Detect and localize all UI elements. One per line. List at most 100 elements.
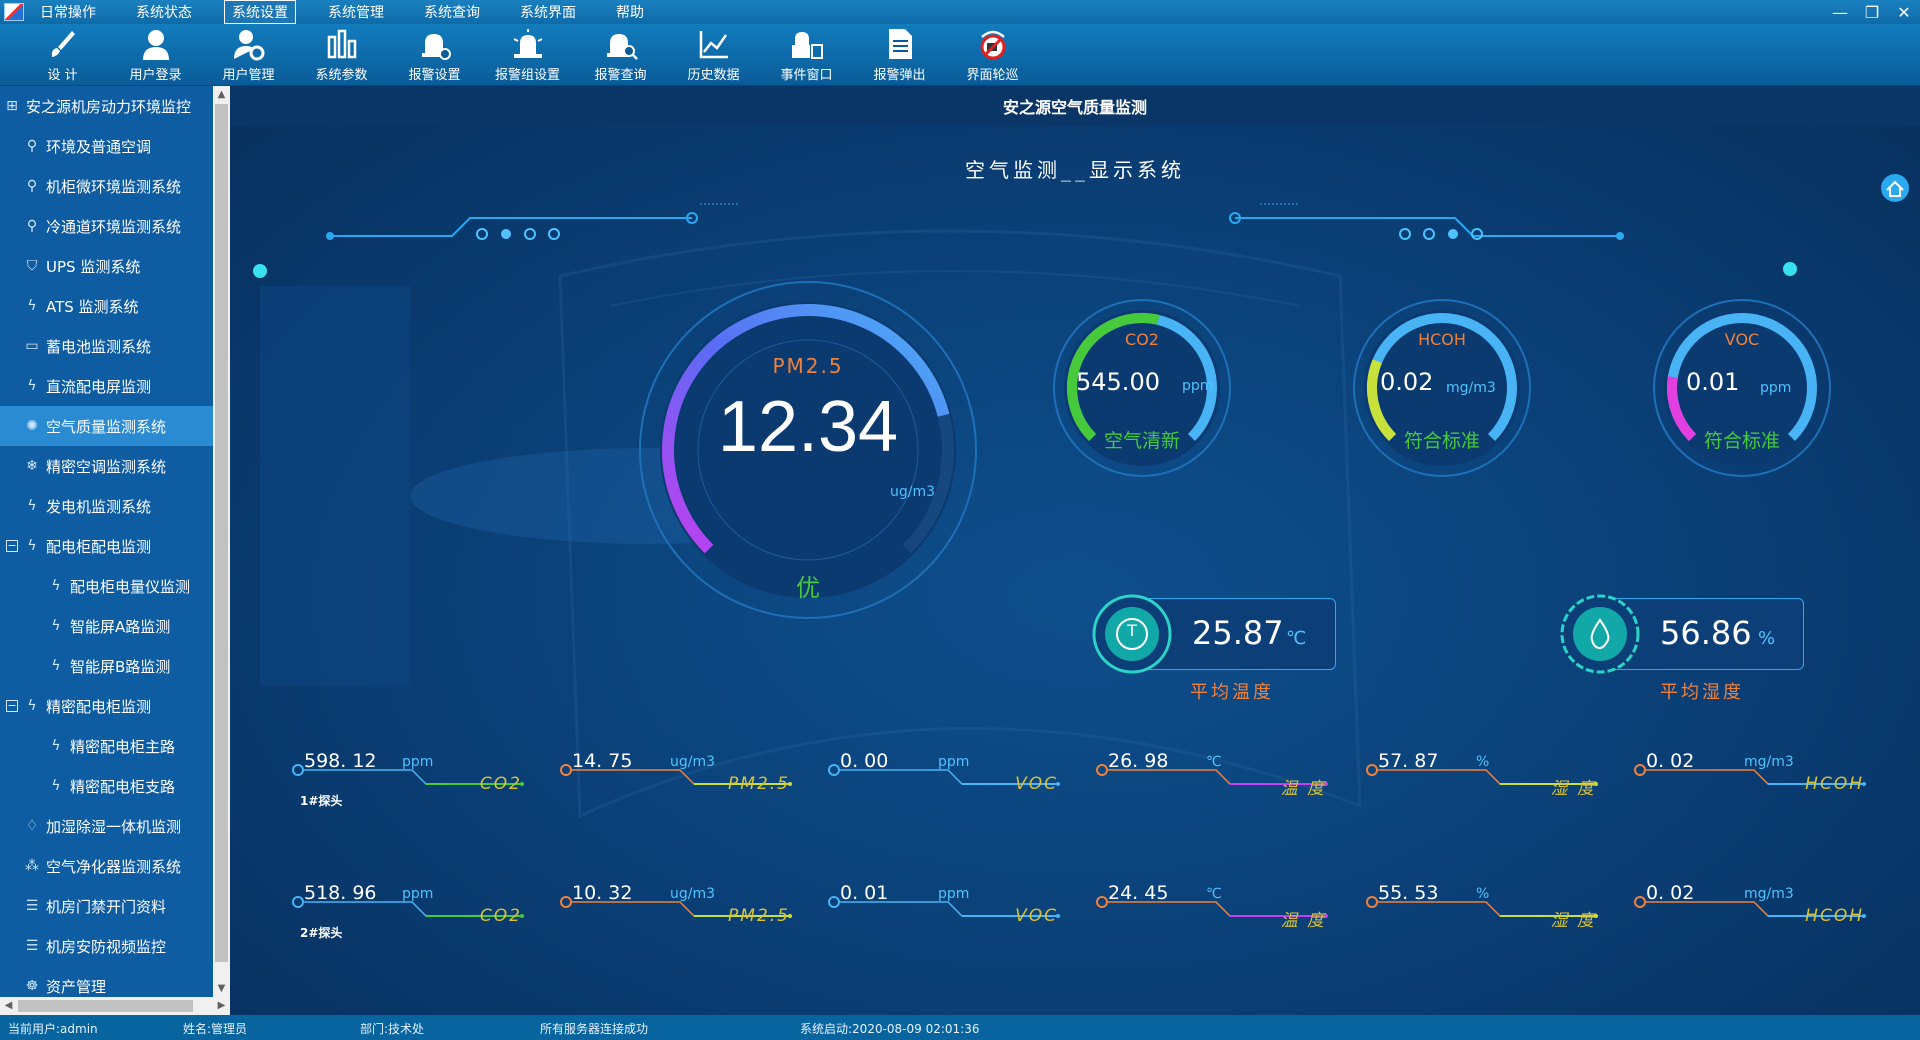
- collapse-toggle-icon[interactable]: −: [6, 540, 18, 552]
- horizontal-scrollbar[interactable]: ◀ ▶: [0, 997, 230, 1015]
- user-login-label: 用户登录: [129, 68, 182, 83]
- history-data-button[interactable]: 历史数据: [667, 24, 760, 85]
- probe-label: VOC: [1015, 774, 1058, 794]
- menu-system-query[interactable]: 系统查询: [416, 0, 488, 24]
- sidebar-item-2[interactable]: ⚲ 冷通道环境监测系统: [0, 206, 213, 246]
- sidebar-item-14[interactable]: − ϟ 精密配电柜监测: [0, 686, 213, 726]
- sidebar-item-19[interactable]: ☰ 机房门禁开门资料: [0, 886, 213, 926]
- sidebar-item-13[interactable]: ϟ 智能屏B路监测: [0, 646, 213, 686]
- tree-root[interactable]: ⊞ 安之源机房动力环境监控: [0, 86, 213, 126]
- probe-unit: mg/m3: [1744, 886, 1794, 902]
- interface-patrol-label: 界面轮巡: [966, 68, 1019, 83]
- sidebar-item-15[interactable]: ϟ 精密配电柜主路: [0, 726, 213, 766]
- status-name: 姓名:管理员: [183, 1022, 248, 1036]
- co2-value: 545.00: [1076, 368, 1160, 396]
- design-button[interactable]: 设 计: [16, 24, 109, 85]
- restore-button[interactable]: ❐: [1856, 3, 1888, 22]
- user-login-button[interactable]: 用户登录: [109, 24, 202, 85]
- scroll-right-icon[interactable]: ▶: [213, 997, 230, 1015]
- event-window-button[interactable]: 事件窗口: [760, 24, 853, 85]
- history-data-label: 历史数据: [687, 68, 740, 83]
- sidebar-item-8[interactable]: ❄ 精密空调监测系统: [0, 446, 213, 486]
- sidebar-item-label: 机柜微环境监测系统: [46, 177, 182, 196]
- brush-icon: [51, 31, 75, 57]
- collapse-toggle-icon[interactable]: −: [6, 700, 18, 712]
- probe-value: 26. 98: [1108, 750, 1169, 772]
- main-dashboard: 安之源空气质量监测 空气监测__显示系统 PM2.5 12.34 ug/m3 优…: [230, 86, 1920, 1015]
- probe-unit: ppm: [938, 754, 970, 770]
- probe-value: 0. 00: [840, 750, 889, 772]
- gear-icon: ✺: [26, 418, 38, 434]
- sidebar-item-label: 资产管理: [46, 977, 107, 996]
- close-button[interactable]: ✕: [1888, 3, 1920, 22]
- pm25-label: PM2.5: [772, 354, 844, 378]
- branch-icon: ⚲: [26, 218, 38, 234]
- design-label: 设 计: [47, 68, 78, 83]
- bolt-icon: ϟ: [51, 778, 61, 794]
- bolt-icon: ϟ: [51, 738, 61, 754]
- alarm-query-button[interactable]: 报警查询: [574, 24, 667, 85]
- interface-patrol-button[interactable]: 界面轮巡: [946, 24, 1039, 85]
- probe-value: 598. 12: [304, 750, 377, 772]
- probe-unit: ℃: [1206, 754, 1222, 770]
- sidebar-item-label: 机房安防视频监控: [46, 937, 167, 956]
- scroll-up-icon[interactable]: ▲: [213, 86, 230, 103]
- humidity-unit: %: [1758, 628, 1776, 649]
- h-scroll-thumb[interactable]: [18, 1000, 193, 1012]
- menu-daily-ops[interactable]: 日常操作: [32, 0, 104, 24]
- probe-label: HCOH: [1805, 774, 1864, 794]
- sidebar-item-7[interactable]: ✺ 空气质量监测系统: [0, 406, 213, 446]
- sidebar-item-17[interactable]: ♢ 加湿除湿一体机监测: [0, 806, 213, 846]
- alarm-group-button[interactable]: 报警组设置: [481, 24, 574, 85]
- alarm-settings-button[interactable]: 报警设置: [388, 24, 481, 85]
- sidebar-item-6[interactable]: ϟ 直流配电屏监测: [0, 366, 213, 406]
- menu-system-status[interactable]: 系统状态: [128, 0, 200, 24]
- sidebar-item-10[interactable]: − ϟ 配电柜配电监测: [0, 526, 213, 566]
- sidebar-item-label: 直流配电屏监测: [46, 377, 152, 396]
- sidebar-item-label: 加湿除湿一体机监测: [46, 817, 182, 836]
- temperature-unit: ℃: [1286, 628, 1307, 649]
- sidebar-item-18[interactable]: ⁂ 空气净化器监测系统: [0, 846, 213, 886]
- sidebar-item-label: 精密配电柜主路: [70, 737, 176, 756]
- system-params-button[interactable]: 系统参数: [295, 24, 388, 85]
- menu-system-management[interactable]: 系统管理: [320, 0, 392, 24]
- sidebar-tree: ⊞ 安之源机房动力环境监控 ⚲ 环境及普通空调 ⚲ 机柜微环境监测系统 ⚲ 冷通道环境监测系统…: [0, 86, 230, 1015]
- sidebar-item-1[interactable]: ⚲ 机柜微环境监测系统: [0, 166, 213, 206]
- event-window-icon: [791, 32, 823, 59]
- vertical-scrollbar[interactable]: ▲ ▼: [213, 86, 230, 997]
- alarm-popup-button[interactable]: 报警弹出: [853, 24, 946, 85]
- scroll-thumb[interactable]: [215, 104, 228, 962]
- bolt-icon: ϟ: [51, 578, 61, 594]
- user-gear-icon: [233, 30, 264, 61]
- temperature-icon-letter: T: [1127, 621, 1137, 640]
- sidebar-item-3[interactable]: ⛉ UPS 监测系统: [0, 246, 213, 286]
- sidebar-item-4[interactable]: ϟ ATS 监测系统: [0, 286, 213, 326]
- alarm-search-icon: [606, 34, 638, 60]
- user-management-button[interactable]: 用户管理: [202, 24, 295, 85]
- menu-help[interactable]: 帮助: [608, 0, 652, 24]
- scroll-down-icon[interactable]: ▼: [213, 980, 230, 997]
- sidebar-item-12[interactable]: ϟ 智能屏A路监测: [0, 606, 213, 646]
- probe-value: 0. 02: [1646, 882, 1695, 904]
- sidebar-item-16[interactable]: ϟ 精密配电柜支路: [0, 766, 213, 806]
- sidebar-item-11[interactable]: ϟ 配电柜电量仪监测: [0, 566, 213, 606]
- sidebar-item-20[interactable]: ☰ 机房安防视频监控: [0, 926, 213, 966]
- sidebar-item-5[interactable]: ▭ 蓄电池监测系统: [0, 326, 213, 366]
- toolbar: 设 计 用户登录 用户管理 系统参数 报警设置 报警组设置 报警查询 历史数据: [0, 24, 1920, 86]
- event-window-label: 事件窗口: [780, 68, 833, 83]
- tree-root-label: 安之源机房动力环境监控: [26, 97, 192, 116]
- bar-chart-icon: [327, 29, 356, 59]
- menu-system-settings[interactable]: 系统设置: [224, 0, 296, 24]
- sidebar-item-9[interactable]: ϟ 发电机监测系统: [0, 486, 213, 526]
- sidebar-item-0[interactable]: ⚲ 环境及普通空调: [0, 126, 213, 166]
- menu-system-interface[interactable]: 系统界面: [512, 0, 584, 24]
- probe-value: 0. 02: [1646, 750, 1695, 772]
- status-bar: 当前用户:admin 姓名:管理员 部门:技术处 所有服务器连接成功 系统启动:…: [0, 1015, 1920, 1040]
- probe-unit: mg/m3: [1744, 754, 1794, 770]
- sidebar-item-label: 冷通道环境监测系统: [46, 217, 182, 236]
- document-icon: [888, 29, 912, 59]
- scroll-left-icon[interactable]: ◀: [0, 997, 17, 1015]
- minimize-button[interactable]: —: [1824, 3, 1856, 22]
- bolt-icon: ϟ: [27, 498, 37, 514]
- sidebar-item-label: 智能屏A路监测: [70, 617, 171, 636]
